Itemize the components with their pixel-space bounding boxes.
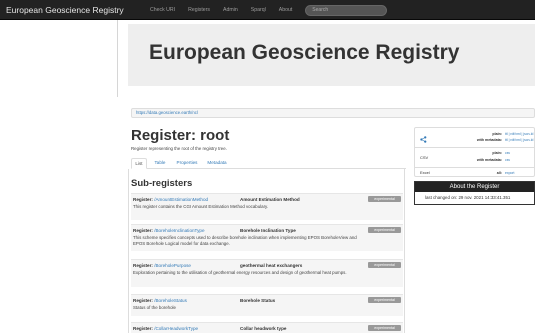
register-prefix: Register: <box>133 263 153 268</box>
brand-link[interactable]: European Geoscience Registry <box>6 0 124 20</box>
format-link[interactable]: csv <box>505 158 510 162</box>
last-changed: last changed on: 29 nov. 2021 14:33:41.3… <box>425 195 511 200</box>
row-register-label: Register: /BoreholeInclinationType <box>133 228 205 233</box>
register-name: geothermal heat exchangers <box>240 263 303 268</box>
row-register-label: Register: /BoreholePurpose <box>133 263 191 268</box>
about-heading: About the Register <box>415 182 534 192</box>
register-name: Amount Estimation Method <box>240 197 300 202</box>
register-description: This scheme specifies concepts used to d… <box>133 235 357 246</box>
status-badge: experimental <box>368 196 401 202</box>
formats-panel: plain: ttl | rdf/xml | json-ld with meta… <box>414 127 535 177</box>
register-description: Exploration pertaining to the utilisatio… <box>133 270 347 275</box>
format-key: plain: <box>492 132 502 136</box>
format-key: with metadata: <box>476 138 502 142</box>
top-navbar: European Geoscience Registry Check URI R… <box>0 0 535 20</box>
format-link[interactable]: ttl | rdf/xml | json-ld <box>505 138 533 142</box>
register-tabs: List Table Properties Metadata <box>131 157 406 169</box>
register-description: This register contains the CGI Amount Es… <box>133 204 269 209</box>
row-register-label: Register: /AmountEstimationMethod <box>133 197 208 202</box>
register-link[interactable]: /BoreholeStatus <box>154 298 187 303</box>
register-prefix: Register: <box>133 326 153 331</box>
share-icon <box>420 136 427 143</box>
register-prefix: Register: <box>133 228 153 233</box>
register-title: Register: root <box>131 127 230 144</box>
format-link[interactable]: csv <box>505 151 510 155</box>
register-link[interactable]: /BoreholeInclinationType <box>154 228 204 233</box>
register-link[interactable]: /BoreholePurpose <box>154 263 191 268</box>
list-item: Register: /CollarHeadworkType Collar hea… <box>131 322 403 333</box>
jumbotron: European Geoscience Registry <box>128 24 535 86</box>
register-name: Borehole Status <box>240 298 276 303</box>
nav-links: Check URI Registers Admin Sparql About S… <box>150 0 388 20</box>
csv-row: CSV plain: csv with metadata: csv <box>415 147 535 167</box>
register-description: Status of the borehole <box>133 305 176 310</box>
nav-registers[interactable]: Registers <box>188 7 210 13</box>
format-key: plain: <box>492 151 502 155</box>
register-prefix: Register: <box>133 298 153 303</box>
format-key: all: <box>496 171 502 175</box>
about-panel: About the Register last changed on: 29 n… <box>414 181 535 205</box>
row-register-label: Register: /CollarHeadworkType <box>133 326 198 331</box>
row-register-label: Register: /BoreholeStatus <box>133 298 187 303</box>
register-name: Collar headwork type <box>240 326 287 331</box>
list-item: Register: /BoreholeInclinationType Boreh… <box>131 224 403 251</box>
format-link[interactable]: ttl | rdf/xml | json-ld <box>505 132 533 136</box>
search-input[interactable]: Search <box>305 4 388 16</box>
register-link[interactable]: /AmountEstimationMethod <box>154 197 208 202</box>
format-key: with metadata: <box>476 158 502 162</box>
nav-about[interactable]: About <box>279 7 293 13</box>
csv-label: CSV <box>420 155 429 160</box>
register-description: Register representing the root of the re… <box>131 146 227 151</box>
status-badge: experimental <box>368 297 401 303</box>
nav-check-uri[interactable]: Check URI <box>150 7 175 13</box>
subregisters-heading: Sub-registers <box>131 178 193 189</box>
nav-sparql[interactable]: Sparql <box>251 7 266 13</box>
breadcrumb-url[interactable]: https://data.geoscience.earth/ncl <box>131 108 535 118</box>
nav-admin[interactable]: Admin <box>223 7 238 13</box>
tab-table[interactable]: Table <box>149 158 171 169</box>
list-item: Register: /AmountEstimationMethod Amount… <box>131 193 403 220</box>
site-title: European Geoscience Registry <box>149 41 460 64</box>
register-name: Borehole Inclination Type <box>240 228 296 233</box>
register-link[interactable]: /CollarHeadworkType <box>154 326 198 331</box>
app-root: European Geoscience Registry Check URI R… <box>0 0 535 333</box>
tab-properties[interactable]: Properties <box>172 158 202 169</box>
format-link[interactable]: export <box>505 171 514 175</box>
left-sidebar <box>0 20 118 333</box>
excel-label: Excel <box>420 170 430 175</box>
tab-metadata[interactable]: Metadata <box>204 158 230 169</box>
list-item: Register: /BoreholeStatus Borehole Statu… <box>131 294 403 316</box>
status-badge: experimental <box>368 325 401 331</box>
status-badge: experimental <box>368 262 401 268</box>
list-item: Register: /BoreholePurpose geothermal he… <box>131 259 403 287</box>
register-prefix: Register: <box>133 197 153 202</box>
status-badge: experimental <box>368 227 401 233</box>
excel-row: Excel all: export <box>415 167 535 177</box>
tab-list[interactable]: List <box>131 158 147 169</box>
